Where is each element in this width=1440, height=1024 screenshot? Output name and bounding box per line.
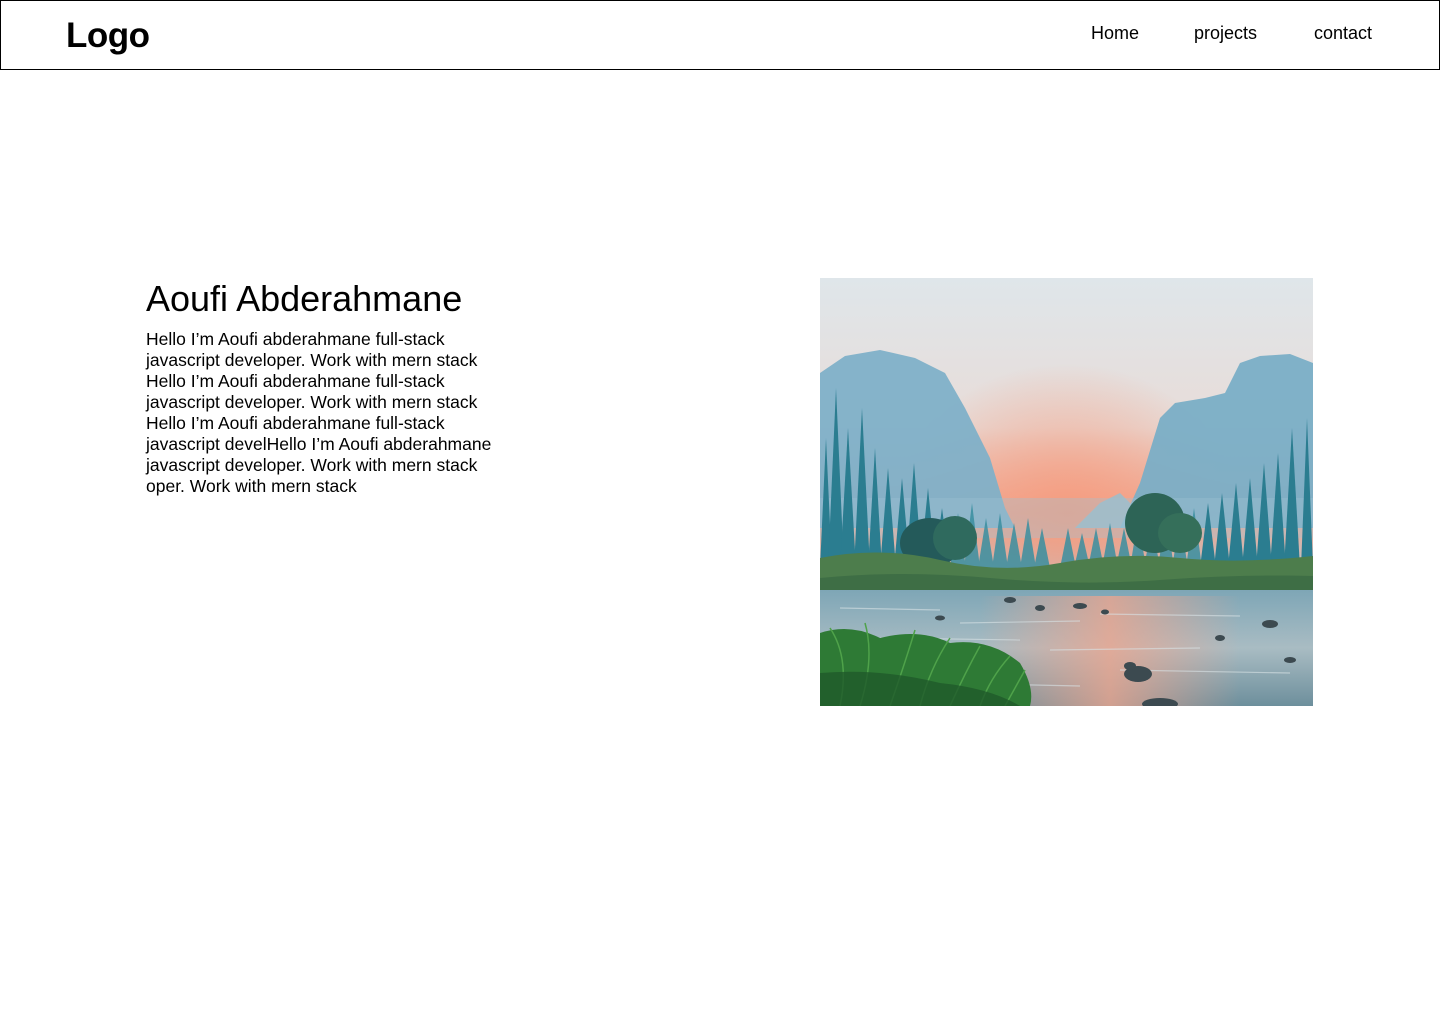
hero-description: Hello I’m Aoufi abderahmane full-stack j… [146, 329, 492, 496]
logo[interactable]: Logo [66, 15, 150, 57]
hero-landscape-image [820, 278, 1313, 706]
nav-link-home[interactable]: Home [1091, 22, 1139, 44]
nav-link-contact[interactable]: contact [1314, 22, 1372, 44]
site-header: Logo Home projects contact [0, 0, 1440, 70]
nav-link-projects[interactable]: projects [1194, 22, 1257, 44]
landscape-photo-icon [820, 278, 1313, 706]
hero-title: Aoufi Abderahmane [146, 278, 463, 319]
